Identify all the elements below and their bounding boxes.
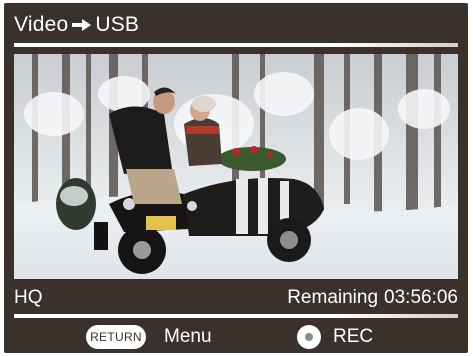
remaining-time: Remaining 03:56:06 — [287, 287, 458, 309]
remaining-time-value: 03:56:06 — [384, 287, 458, 308]
menu-hint-label: Menu — [164, 326, 212, 347]
quality-label: HQ — [14, 287, 43, 308]
destination-label: USB — [95, 13, 140, 36]
source-label: Video — [14, 13, 69, 36]
record-dot-icon[interactable] — [297, 325, 321, 349]
footer-divider — [14, 314, 458, 318]
video-preview — [14, 54, 458, 279]
title-bar: Video USB — [14, 10, 139, 40]
arrow-right-icon — [71, 18, 93, 32]
status-bar: HQ Remaining 03:56:06 — [14, 286, 458, 310]
recording-dialog: Video USB HQ Remaining 03:56:06 RETURN M… — [4, 3, 468, 353]
rec-hint-label: REC — [333, 326, 374, 347]
return-key-button[interactable]: RETURN — [86, 325, 146, 349]
button-hints: RETURN Menu REC — [4, 323, 468, 351]
header-divider — [14, 43, 458, 47]
remaining-label: Remaining — [287, 287, 379, 308]
